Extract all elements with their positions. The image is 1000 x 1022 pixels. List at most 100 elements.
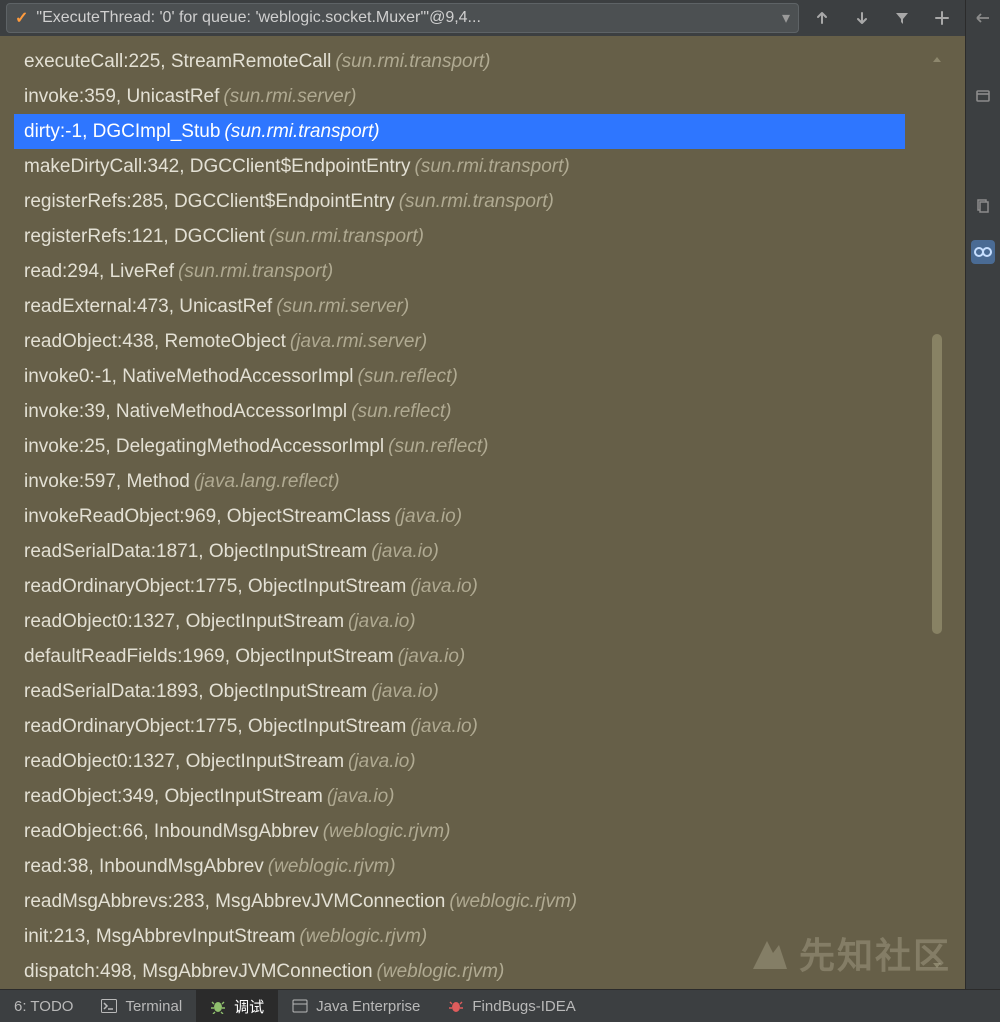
frame-method: readObject0:1327, ObjectInputStream [24,611,344,633]
frame-method: invoke0:-1, NativeMethodAccessorImpl [24,366,353,388]
frame-row[interactable]: dispatch:498, MsgAbbrevJVMConnection (we… [14,954,905,989]
frames-list[interactable]: executeCall:225, StreamRemoteCall (sun.r… [14,44,905,989]
frame-package: (java.io) [371,541,439,563]
frame-row[interactable]: invoke:39, NativeMethodAccessorImpl (sun… [14,394,905,429]
frame-package: (java.io) [410,716,478,738]
frame-row[interactable]: invoke0:-1, NativeMethodAccessorImpl (su… [14,359,905,394]
frame-row[interactable]: readObject:66, InboundMsgAbbrev (weblogi… [14,814,905,849]
frame-package: (weblogic.rjvm) [449,891,577,913]
frame-row[interactable]: readObject0:1327, ObjectInputStream (jav… [14,744,905,779]
frame-row[interactable]: readOrdinaryObject:1775, ObjectInputStre… [14,709,905,744]
frames-scrollbar[interactable] [909,36,965,989]
frame-row[interactable]: executeCall:225, StreamRemoteCall (sun.r… [14,44,905,79]
frame-method: invoke:25, DelegatingMethodAccessorImpl [24,436,384,458]
frame-row[interactable]: readMsgAbbrevs:283, MsgAbbrevJVMConnecti… [14,884,905,919]
frame-package: (sun.reflect) [351,401,451,423]
check-icon: ✓ [15,8,28,28]
frame-row[interactable]: invoke:25, DelegatingMethodAccessorImpl … [14,429,905,464]
frame-method: makeDirtyCall:342, DGCClient$EndpointEnt… [24,156,411,178]
thread-label: "ExecuteThread: '0' for queue: 'weblogic… [36,9,776,27]
frames-panel: executeCall:225, StreamRemoteCall (sun.r… [0,36,965,989]
frame-row[interactable]: readSerialData:1893, ObjectInputStream (… [14,674,905,709]
frame-package: (sun.rmi.transport) [335,51,490,73]
tool-todo[interactable]: 6: TODO [0,990,87,1022]
thread-selector[interactable]: ✓ "ExecuteThread: '0' for queue: 'weblog… [6,3,799,33]
frame-package: (java.io) [348,751,416,773]
frame-method: readSerialData:1871, ObjectInputStream [24,541,367,563]
tool-terminal[interactable]: Terminal [87,990,196,1022]
frame-method: registerRefs:121, DGCClient [24,226,265,248]
frame-method: readOrdinaryObject:1775, ObjectInputStre… [24,576,406,598]
frame-row[interactable]: registerRefs:285, DGCClient$EndpointEntr… [14,184,905,219]
frame-package: (sun.rmi.transport) [415,156,570,178]
frame-method: readObject:66, InboundMsgAbbrev [24,821,319,843]
findbugs-icon [448,998,464,1014]
frame-method: readObject:438, RemoteObject [24,331,286,353]
frame-package: (weblogic.rjvm) [323,821,451,843]
frame-package: (weblogic.rjvm) [377,961,505,983]
frame-method: read:38, InboundMsgAbbrev [24,856,264,878]
frame-package: (java.io) [394,506,462,528]
watch-variable-icon[interactable] [971,240,995,264]
frame-package: (java.io) [398,646,466,668]
frame-package: (java.io) [410,576,478,598]
add-frame-button[interactable] [925,4,959,32]
frame-row[interactable]: read:38, InboundMsgAbbrev (weblogic.rjvm… [14,849,905,884]
frames-toolbar: ✓ "ExecuteThread: '0' for queue: 'weblog… [0,0,965,36]
frame-row[interactable]: readObject:438, RemoteObject (java.rmi.s… [14,324,905,359]
frame-method: init:213, MsgAbbrevInputStream [24,926,295,948]
scroll-down-icon[interactable] [909,941,965,989]
tool-findbugs[interactable]: FindBugs-IDEA [434,990,589,1022]
frame-method: invoke:597, Method [24,471,190,493]
frame-package: (sun.rmi.server) [223,86,356,108]
java-ee-icon [292,999,308,1013]
prev-frame-button[interactable] [805,4,839,32]
frame-method: registerRefs:285, DGCClient$EndpointEntr… [24,191,395,213]
frame-row[interactable]: readExternal:473, UnicastRef (sun.rmi.se… [14,289,905,324]
frame-row[interactable]: dirty:-1, DGCImpl_Stub (sun.rmi.transpor… [14,114,905,149]
frame-row[interactable]: readObject:349, ObjectInputStream (java.… [14,779,905,814]
frame-package: (java.io) [371,681,439,703]
chevron-down-icon: ▾ [782,8,790,28]
filter-frames-button[interactable] [885,4,919,32]
frame-method: readSerialData:1893, ObjectInputStream [24,681,367,703]
frame-row[interactable]: init:213, MsgAbbrevInputStream (weblogic… [14,919,905,954]
frame-package: (sun.rmi.transport) [399,191,554,213]
frame-method: readOrdinaryObject:1775, ObjectInputStre… [24,716,406,738]
frame-method: readObject0:1327, ObjectInputStream [24,751,344,773]
frame-row[interactable]: readSerialData:1871, ObjectInputStream (… [14,534,905,569]
frame-row[interactable]: makeDirtyCall:342, DGCClient$EndpointEnt… [14,149,905,184]
frame-method: invoke:39, NativeMethodAccessorImpl [24,401,347,423]
terminal-icon [101,999,117,1013]
tool-debug[interactable]: 调试 [196,990,278,1022]
frame-row[interactable]: readObject0:1327, ObjectInputStream (jav… [14,604,905,639]
tool-java-enterprise[interactable]: Java Enterprise [278,990,434,1022]
terminal-label: Terminal [125,998,182,1015]
frame-row[interactable]: read:294, LiveRef (sun.rmi.transport) [14,254,905,289]
collapse-icon[interactable] [971,6,995,30]
frame-row[interactable]: invoke:359, UnicastRef (sun.rmi.server) [14,79,905,114]
frame-row[interactable]: invoke:597, Method (java.lang.reflect) [14,464,905,499]
next-frame-button[interactable] [845,4,879,32]
frame-method: invokeReadObject:969, ObjectStreamClass [24,506,390,528]
frame-method: defaultReadFields:1969, ObjectInputStrea… [24,646,394,668]
scroll-up-icon[interactable] [909,36,965,84]
frame-method: readMsgAbbrevs:283, MsgAbbrevJVMConnecti… [24,891,445,913]
frame-row[interactable]: invokeReadObject:969, ObjectStreamClass … [14,499,905,534]
todo-label: 6: TODO [14,998,73,1015]
scroll-track[interactable] [930,84,944,941]
restore-layout-icon[interactable] [971,84,995,108]
bottom-tool-bar: 6: TODO Terminal 调试 Java Enterprise Find… [0,989,1000,1022]
frame-package: (sun.rmi.transport) [269,226,424,248]
frame-package: (sun.rmi.transport) [224,121,379,143]
debug-label: 调试 [234,996,264,1017]
frame-package: (sun.reflect) [388,436,488,458]
copy-stack-icon[interactable] [971,194,995,218]
frame-row[interactable]: registerRefs:121, DGCClient (sun.rmi.tra… [14,219,905,254]
frame-package: (java.io) [327,786,395,808]
frame-row[interactable]: readOrdinaryObject:1775, ObjectInputStre… [14,569,905,604]
frame-package: (sun.rmi.server) [276,296,409,318]
frame-method: dispatch:498, MsgAbbrevJVMConnection [24,961,373,983]
frame-row[interactable]: defaultReadFields:1969, ObjectInputStrea… [14,639,905,674]
scroll-thumb[interactable] [932,334,942,634]
